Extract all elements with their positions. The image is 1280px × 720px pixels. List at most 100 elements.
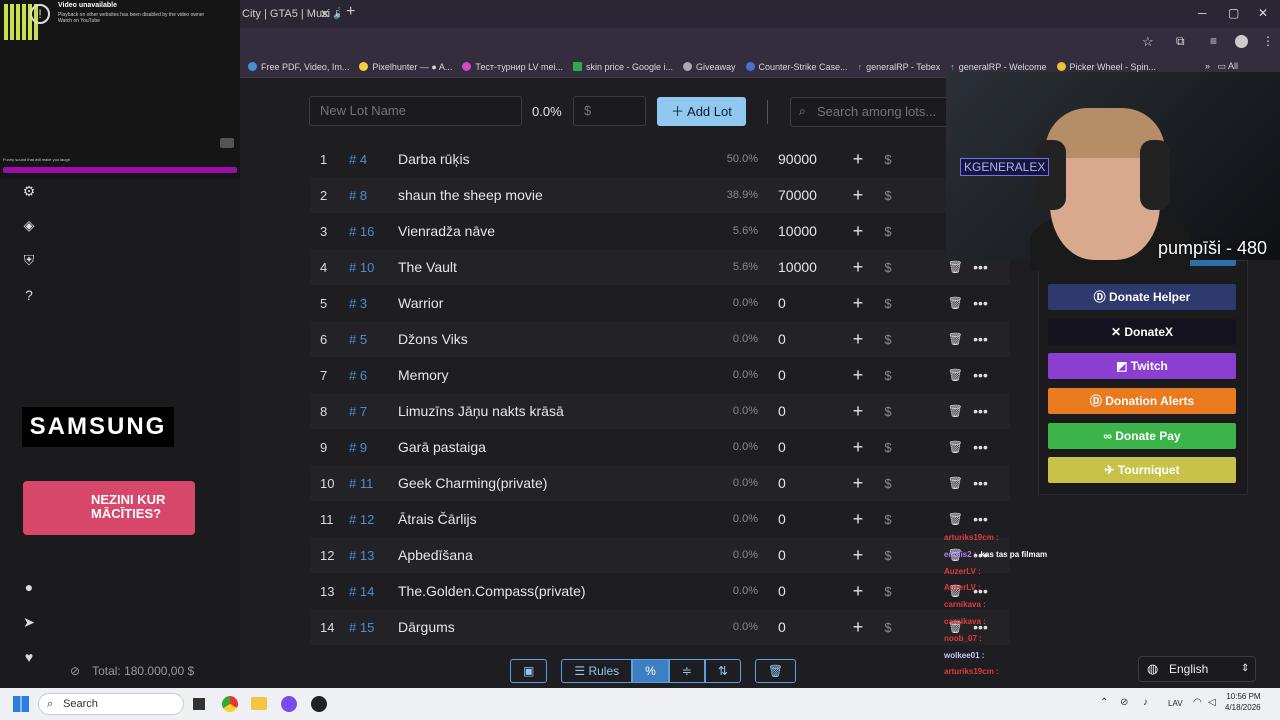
lot-id[interactable]: # 14 [343,584,398,599]
lot-row[interactable]: 14 # 15 Dārgums 0.0% 0 + $ 🗑 ••• [310,609,1010,645]
menu-icon[interactable]: ⋮ [1262,34,1274,48]
star-icon[interactable]: ☆ [1142,34,1154,50]
add-amount-icon[interactable]: + [838,437,878,458]
bookmark-7[interactable]: ↑ generalRP - Welcome [950,62,1046,72]
lot-id[interactable]: # 9 [343,440,398,455]
close-window-icon[interactable]: ✕ [1258,6,1268,20]
lot-name[interactable]: Warrior [398,295,698,311]
new-tab-icon[interactable]: + [346,3,355,21]
add-amount-icon[interactable]: + [838,581,878,602]
bookmark-5[interactable]: Counter-Strike Case... [745,62,848,72]
taskbar-search[interactable]: ⌕ Search [38,693,184,715]
shield-icon[interactable]: ⛨ [20,251,38,269]
lot-amount[interactable]: 10000 [758,259,838,275]
language-select[interactable]: ◍ English ⇕ [1138,656,1256,682]
samsung-ad[interactable]: SAMSUNG [22,407,174,447]
dollar-icon[interactable]: $ [878,332,898,347]
add-amount-icon[interactable]: + [838,149,878,170]
keyboard-language[interactable]: LAV [1168,699,1183,708]
layers-icon[interactable]: ◈ [20,216,38,234]
lot-name[interactable]: Vienradža nāve [398,223,698,239]
app-icon[interactable] [311,696,327,712]
lot-amount[interactable]: 0 [758,331,838,347]
add-amount-icon[interactable]: + [838,545,878,566]
promo-banner[interactable]: NEZINI KUR MĀCĪTIES? [23,481,195,535]
dollar-icon[interactable]: $ [878,152,898,167]
video-progress-bar[interactable] [3,167,237,173]
lot-row[interactable]: 6 # 5 Džons Viks 0.0% 0 + $ 🗑 ••• [310,321,1010,357]
dollar-icon[interactable]: $ [878,188,898,203]
lot-name[interactable]: The Vault [398,259,698,275]
bookmark-0[interactable]: Free PDF, Video, Im... [248,62,349,72]
avatar[interactable] [1235,35,1248,48]
lot-amount[interactable]: 0 [758,367,838,383]
trash-icon[interactable]: 🗑 [898,512,963,526]
lot-name[interactable]: Dārgums [398,619,698,635]
lot-id[interactable]: # 7 [343,404,398,419]
bookmark-4[interactable]: Giveaway [683,62,736,72]
lot-name-input[interactable] [309,96,522,126]
telegram-icon[interactable]: ➤ [20,613,38,631]
lot-amount[interactable]: 90000 [758,151,838,167]
extensions-icon[interactable]: ⧉ [1176,34,1185,49]
lot-id[interactable]: # 15 [343,620,398,635]
dollar-icon[interactable]: $ [878,224,898,239]
lot-id[interactable]: # 11 [343,476,398,491]
amount-input[interactable] [573,96,646,126]
lot-row[interactable]: 10 # 11 Geek Charming(private) 0.0% 0 + $ 🗑 ••• [310,465,1010,501]
lot-row[interactable]: 5 # 3 Warrior 0.0% 0 + $ 🗑 ••• [310,285,1010,321]
dollar-icon[interactable]: $ [878,296,898,311]
trash-icon[interactable]: 🗑 [898,260,963,274]
lot-row[interactable]: 13 # 14 The.Golden.Compass(private) 0.0% 0 + $… [310,573,1010,609]
gear-icon[interactable]: ⚙ [20,182,38,200]
lot-id[interactable]: # 6 [343,368,398,383]
lot-id[interactable]: # 5 [343,332,398,347]
more-icon[interactable]: ••• [963,331,998,347]
donate-helper-button[interactable]: Ⓓ Donate Helper [1048,284,1236,310]
lot-amount[interactable]: 10000 [758,223,838,239]
bookmark-2[interactable]: Тест-турнир LV mei... [462,62,563,72]
lot-row[interactable]: 4 # 10 The Vault 5.6% 10000 + $ 🗑 ••• [310,249,1010,285]
discord-icon[interactable] [281,696,297,712]
lot-amount[interactable]: 0 [758,511,838,527]
search-input[interactable] [790,97,950,127]
add-lot-button[interactable]: ＋ Add Lot [657,97,746,126]
donate-hand-icon[interactable]: ♥ [20,648,38,666]
lot-amount[interactable]: 0 [758,547,838,563]
trash-icon[interactable]: 🗑 [898,332,963,346]
lot-name[interactable]: The.Golden.Compass(private) [398,583,698,599]
more-icon[interactable]: ••• [963,259,998,275]
lot-id[interactable]: # 13 [343,548,398,563]
rules-button[interactable]: ☰ Rules [561,659,633,683]
lot-row[interactable]: 2 # 8 shaun the sheep movie 38.9% 70000 + $ [310,177,1010,213]
network-off-icon[interactable]: ⊘ [1120,697,1128,708]
donate-pay-button[interactable]: ∞ Donate Pay [1048,423,1236,449]
add-amount-icon[interactable]: + [838,401,878,422]
tray-chevron-icon[interactable]: ⌃ [1100,697,1108,708]
lot-row[interactable]: 1 # 4 Darba rūķis 50.0% 90000 + $ [310,141,1010,177]
bookmark-6[interactable]: ↑ generalRP - Tebex [858,62,941,72]
lot-row[interactable]: 7 # 6 Memory 0.0% 0 + $ 🗑 ••• [310,357,1010,393]
lot-name[interactable]: Garā pastaiga [398,439,698,455]
trash-icon[interactable]: 🗑 [898,404,963,418]
dollar-icon[interactable]: $ [878,260,898,275]
add-amount-icon[interactable]: + [838,257,878,278]
clear-all-icon[interactable]: 🗑 [754,659,797,683]
add-amount-icon[interactable]: + [838,617,878,638]
trash-icon[interactable]: 🗑 [898,476,963,490]
bookmark-3[interactable]: skin price - Google i... [572,62,673,72]
volume-icon[interactable]: ◁ [1208,697,1216,708]
lot-name[interactable]: shaun the sheep movie [398,187,698,203]
lot-name[interactable]: Darba rūķis [398,151,698,167]
lot-name[interactable]: Geek Charming(private) [398,475,698,491]
add-amount-icon[interactable]: + [838,509,878,530]
lot-amount[interactable]: 0 [758,619,838,635]
add-amount-icon[interactable]: + [838,185,878,206]
file-explorer-icon[interactable] [251,697,267,710]
trash-icon[interactable]: 🗑 [898,440,963,454]
lot-amount[interactable]: 0 [758,583,838,599]
lot-amount[interactable]: 0 [758,403,838,419]
media-icon[interactable]: ≡ [1210,34,1217,48]
dollar-icon[interactable]: $ [878,368,898,383]
lot-name[interactable]: Limuzīns Jāņu nakts krāsā [398,403,698,419]
